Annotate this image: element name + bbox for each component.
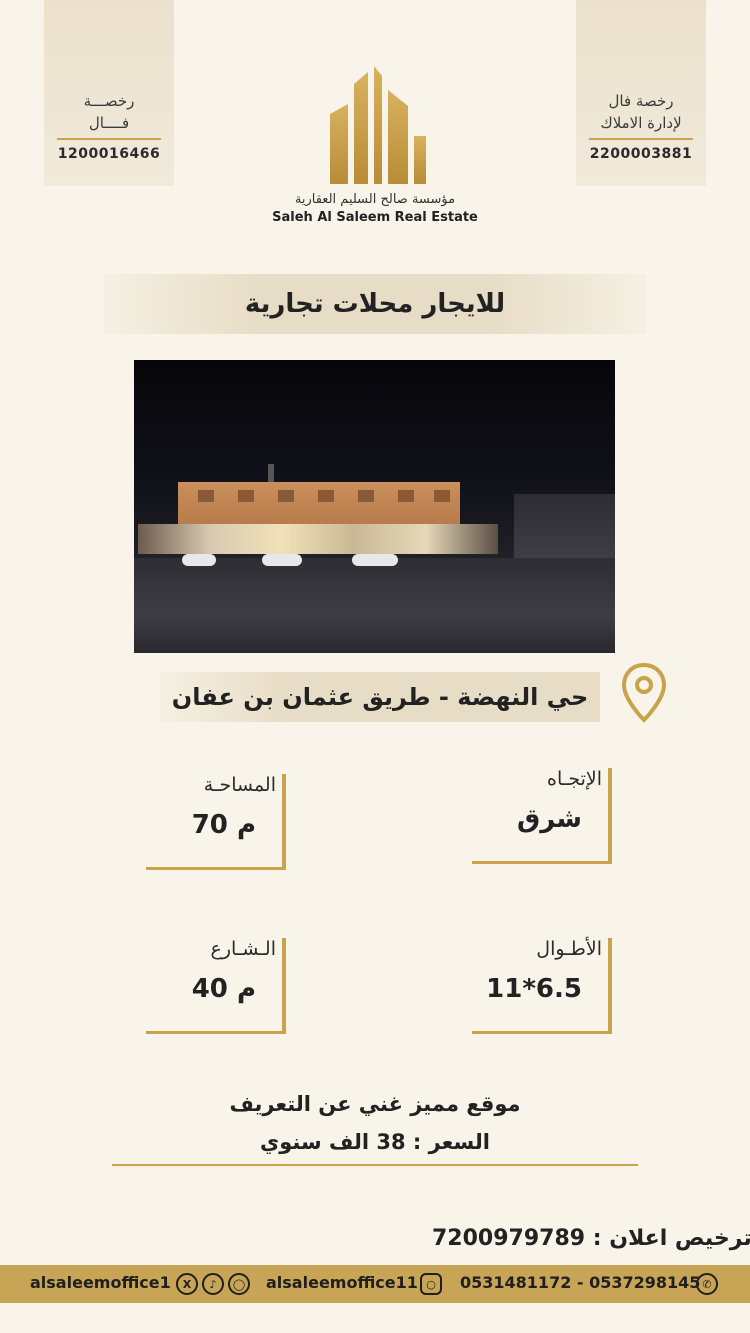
street-label: الـشـارع [210, 938, 276, 960]
listing-headline: للايجار محلات تجارية [104, 274, 646, 334]
tiktok-icon[interactable]: ♪ [202, 1273, 224, 1295]
direction-card: الإتجـاه شرق [472, 768, 612, 864]
brand-name-english: Saleh Al Saleem Real Estate [272, 210, 478, 225]
license-number: 2200003881 [589, 146, 693, 162]
property-photo [134, 360, 615, 653]
price-divider [112, 1164, 638, 1166]
fal-license-box: رخصـــة فــــال 1200016466 [44, 0, 174, 186]
snapchat-icon[interactable]: ◯ [228, 1273, 250, 1295]
street [134, 558, 615, 653]
license-line2: لإدارة الاملاك [600, 114, 682, 132]
shopfronts [138, 524, 498, 554]
license-number: 1200016466 [57, 146, 161, 162]
direction-label: الإتجـاه [547, 768, 602, 790]
area-value: 70 م [191, 810, 256, 840]
area-card: المساحـة 70 م [146, 774, 286, 870]
phone-numbers[interactable]: 0531481172 - 0537298145 [460, 1273, 700, 1292]
dimensions-card: الأطـوال 11*6.5 [472, 938, 612, 1034]
contact-footer: ✆ 0531481172 - 0537298145 ○ alsaleemoffi… [0, 1265, 750, 1303]
bottom-margin [0, 1303, 750, 1333]
direction-value: شرق [517, 804, 582, 834]
location-pin-icon [621, 662, 667, 723]
ad-license-number: ترخيص اعلان : 7200979789 [432, 1226, 750, 1251]
street-card: الـشـارع 40 م [146, 938, 286, 1034]
social-handle[interactable]: alsaleemoffice1 [30, 1273, 171, 1292]
license-line2: فــــال [88, 114, 130, 132]
license-line1: رخصـــة [83, 92, 135, 110]
company-logo-icon [330, 66, 426, 184]
area-label: المساحـة [203, 774, 276, 796]
neighbor-building [514, 494, 615, 560]
location-text: حي النهضة - طريق عثمان بن عفان [160, 672, 600, 722]
license-divider [589, 138, 693, 140]
car [182, 554, 216, 566]
x-icon[interactable]: X [176, 1273, 198, 1295]
license-line1: رخصة فال [608, 92, 674, 110]
price-text: السعر : 38 الف سنوي [260, 1130, 490, 1154]
street-value: 40 م [191, 974, 256, 1004]
building-facade [178, 482, 460, 526]
brand-name-arabic: مؤسسة صالح السليم العقارية [294, 192, 456, 207]
license-divider [57, 138, 161, 140]
car [352, 554, 398, 566]
instagram-handle[interactable]: alsaleemoffice11 [266, 1273, 418, 1292]
property-management-license-box: رخصة فال لإدارة الاملاك 2200003881 [576, 0, 706, 186]
location-description: موقع مميز غني عن التعريف [229, 1092, 521, 1116]
dimensions-label: الأطـوال [536, 938, 602, 960]
instagram-icon[interactable]: ○ [420, 1273, 442, 1295]
car [262, 554, 302, 566]
dimensions-value: 11*6.5 [486, 974, 582, 1004]
